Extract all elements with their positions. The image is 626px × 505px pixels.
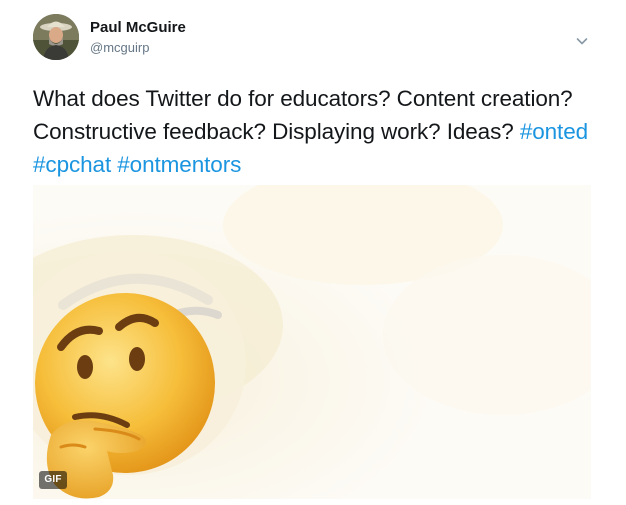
author-name[interactable]: Paul McGuire (90, 19, 186, 36)
gif-badge: GIF (39, 471, 67, 489)
tweet-text: What does Twitter do for educators? Cont… (33, 82, 603, 181)
gif-media[interactable]: GIF (33, 185, 591, 499)
profile-photo-icon (33, 14, 79, 60)
thinking-face-icon (33, 185, 591, 499)
hashtag-onted[interactable]: #onted (520, 119, 588, 144)
chevron-down-icon[interactable] (574, 33, 590, 49)
author-handle[interactable]: @mcguirp (90, 40, 149, 55)
tweet-body: What does Twitter do for educators? Cont… (33, 86, 573, 144)
avatar[interactable] (33, 14, 79, 60)
hashtag-ontmentors[interactable]: #ontmentors (117, 152, 241, 177)
hashtag-cpchat[interactable]: #cpchat (33, 152, 111, 177)
tweet-card: Paul McGuire @mcguirp What does Twitter … (0, 0, 626, 505)
